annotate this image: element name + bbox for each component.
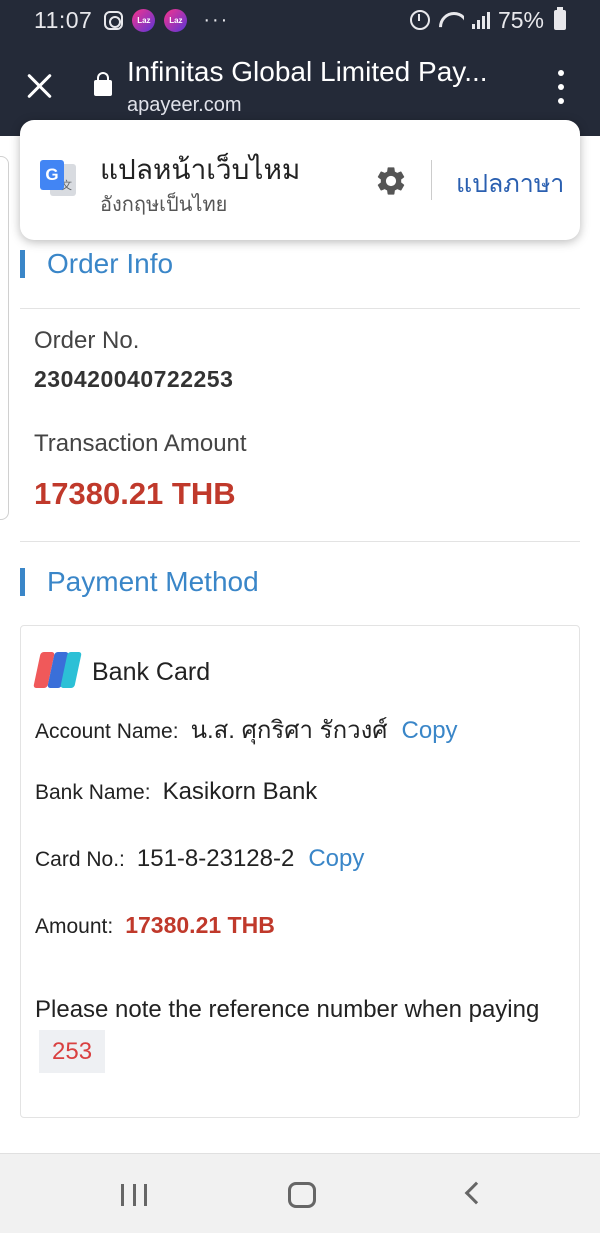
translate-prompt-title: แปลหน้าเว็บไหม	[100, 154, 301, 185]
transaction-amount-label: Transaction Amount	[34, 430, 247, 457]
alarm-icon	[409, 10, 430, 30]
section-title: Payment Method	[47, 566, 259, 597]
status-time: 11:07	[34, 6, 93, 33]
account-name-value: น.ส. ศุกริศา รักวงศ์	[190, 717, 388, 744]
status-icons: 75%	[409, 0, 566, 40]
payment-method-name: Bank Card	[92, 658, 211, 686]
bank-name-label: Bank Name:	[35, 781, 151, 804]
copy-card-no-button[interactable]: Copy	[308, 845, 364, 873]
bank-name-row: Bank Name: Kasikorn Bank	[35, 778, 317, 806]
system-nav-bar	[0, 1153, 600, 1233]
signal-icon	[471, 11, 490, 29]
more-vert-icon[interactable]	[553, 70, 569, 104]
card-no-value: 151-8-23128-2	[136, 845, 295, 872]
section-accent-bar	[20, 250, 25, 278]
lock-icon[interactable]	[94, 72, 112, 96]
transaction-amount-value: 17380.21 THB	[34, 476, 236, 511]
amount-value: 17380.21 THB	[125, 912, 275, 938]
divider	[20, 308, 580, 309]
section-title: Order Info	[47, 248, 174, 279]
bank-name-value: Kasikorn Bank	[162, 778, 318, 805]
translate-button[interactable]: แปลภาษา	[456, 164, 564, 204]
divider	[20, 541, 580, 542]
account-name-label: Account Name:	[35, 720, 179, 743]
reference-note: Please note the reference number when pa…	[35, 990, 545, 1073]
page-content: Order Info Order No. 230420040722253 Tra…	[0, 136, 600, 1153]
order-no-value: 230420040722253	[34, 366, 234, 392]
card-no-label: Card No.:	[35, 848, 125, 871]
page-url[interactable]: apayeer.com	[127, 94, 242, 117]
instagram-icon	[104, 10, 124, 30]
amount-label: Amount:	[35, 915, 114, 938]
section-accent-bar	[20, 568, 25, 596]
reference-note-text: Please note the reference number when pa…	[35, 996, 540, 1023]
close-icon[interactable]	[26, 72, 54, 100]
page-title[interactable]: Infinitas Global Limited Pay...	[127, 56, 517, 88]
recent-apps-icon[interactable]	[121, 1184, 147, 1206]
divider	[431, 160, 432, 200]
status-bar: 11:07 ··· 75%	[0, 0, 600, 40]
battery-icon	[554, 7, 566, 30]
bank-card-icon	[33, 652, 82, 688]
back-icon[interactable]	[464, 1181, 488, 1205]
card-edge	[0, 156, 9, 520]
more-notifications-icon: ···	[203, 8, 230, 31]
wifi-icon	[438, 10, 464, 30]
copy-account-name-button[interactable]: Copy	[402, 717, 458, 745]
payment-method-header: Payment Method	[20, 566, 259, 598]
account-name-row: Account Name: น.ส. ศุกริศา รักวงศ์ Copy	[35, 710, 458, 749]
card-no-row: Card No.: 151-8-23128-2 Copy	[35, 845, 364, 873]
lazada-icon	[132, 8, 156, 32]
amount-row: Amount: 17380.21 THB	[35, 912, 275, 939]
reference-number-badge[interactable]: 253	[39, 1030, 106, 1073]
gear-icon[interactable]	[374, 164, 408, 198]
lazada-icon	[164, 8, 188, 32]
translate-popup: 文 G แปลหน้าเว็บไหม อังกฤษเป็นไทย แปลภาษา	[20, 120, 580, 240]
order-info-header: Order Info	[20, 248, 173, 280]
translate-language-pair: อังกฤษเป็นไทย	[100, 194, 228, 216]
payment-card: Bank Card Account Name: น.ส. ศุกริศา รัก…	[20, 625, 580, 1118]
home-icon[interactable]	[288, 1182, 316, 1208]
google-translate-icon: 文 G	[40, 160, 76, 200]
order-no-label: Order No.	[34, 327, 140, 354]
battery-percent: 75%	[497, 6, 544, 33]
